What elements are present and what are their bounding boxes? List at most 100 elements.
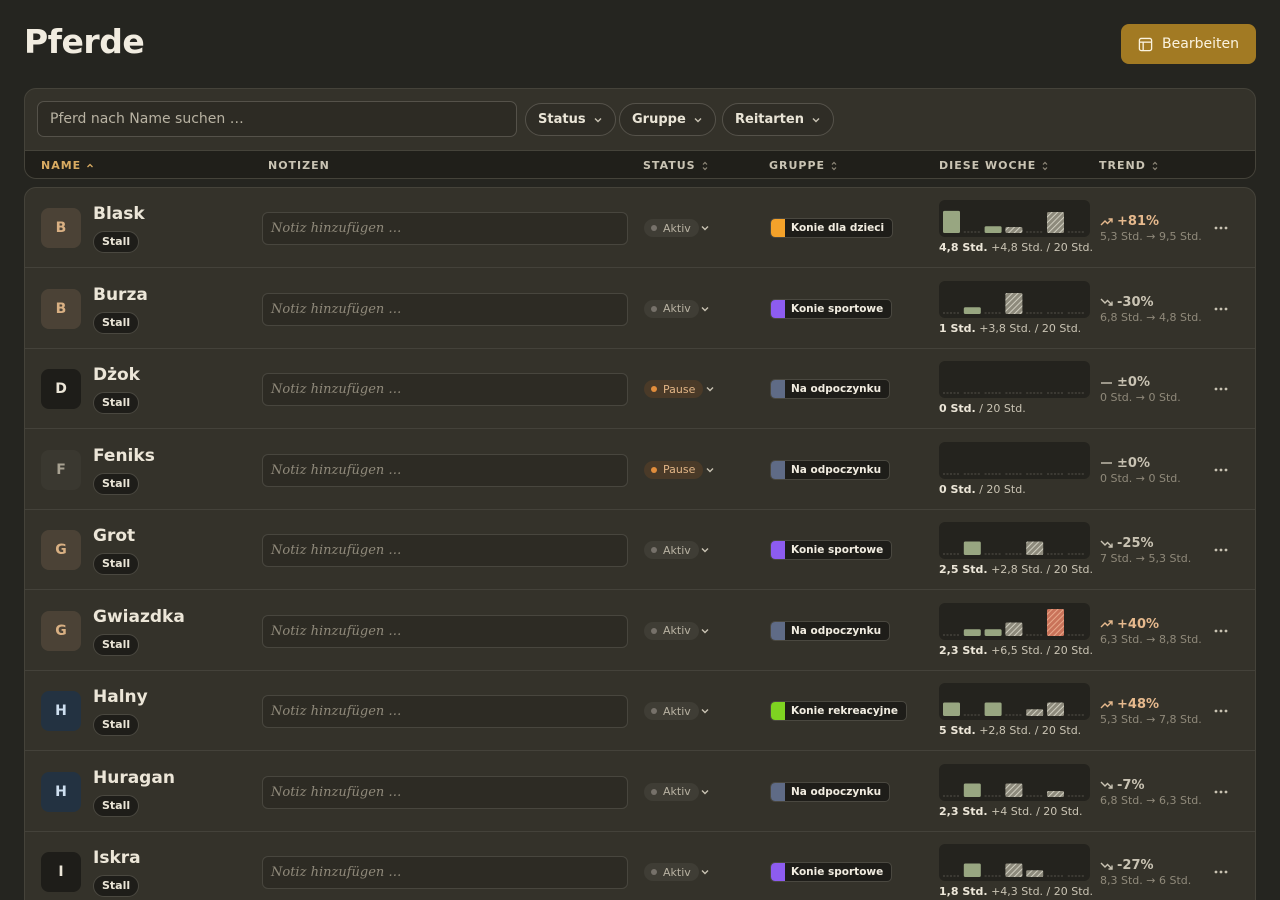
more-options-icon[interactable] [1213,625,1229,637]
column-group[interactable]: GRUPPE [769,159,838,172]
group-color-swatch [771,299,785,318]
status-badge[interactable]: Aktiv [644,219,699,237]
column-status[interactable]: STATUS [643,159,709,172]
horse-name[interactable]: Huragan [93,768,175,788]
note-input[interactable]: Notiz hinzufügen … [262,453,628,487]
status-label: Aktiv [663,704,691,718]
more-options-icon[interactable] [1213,464,1229,476]
group-badge[interactable]: Konie sportowe [770,862,893,882]
group-badge[interactable]: Na odpoczynku [770,459,891,480]
group-badge[interactable]: Na odpoczynku [770,781,891,802]
group-badge[interactable]: Na odpoczynku [770,620,891,641]
group-badge[interactable]: Konie rekreacyjne [770,701,907,721]
chevron-down-icon[interactable] [700,867,710,877]
riding-filter[interactable]: Reitarten [722,103,834,136]
more-options-icon[interactable] [1213,303,1229,315]
note-input[interactable]: Notiz hinzufügen … [262,775,628,809]
table-row[interactable]: H Huragan Stall Notiz hinzufügen … Aktiv Na o… [25,752,1255,832]
group-filter[interactable]: Gruppe [619,103,716,136]
horse-table: B Blask Stall Notiz hinzufügen … Aktiv Konie … [24,187,1256,900]
trend-detail: 6,3 Std. → 8,8 Std. [1100,632,1202,646]
avatar: H [41,691,81,731]
horse-name[interactable]: Gwiazdka [93,607,185,627]
group-badge[interactable]: Na odpoczynku [770,379,891,399]
week-bar [1005,292,1023,314]
week-chart-svg [943,392,1085,394]
status-filter[interactable]: Status [525,103,616,136]
group-badge[interactable]: Konie sportowe [770,298,893,319]
status-dot [651,386,657,392]
status-badge[interactable]: Aktiv [644,299,699,318]
avatar: G [41,530,81,570]
more-options-icon[interactable] [1213,383,1229,395]
column-name[interactable]: NAME [41,159,94,172]
note-input[interactable]: Notiz hinzufügen … [262,534,628,567]
chevron-down-icon[interactable] [705,465,715,475]
week-chart-svg [943,783,1085,797]
note-input[interactable]: Notiz hinzufügen … [262,212,628,245]
table-row[interactable]: F Feniks Stall Notiz hinzufügen … Pause Na od… [25,430,1255,510]
horse-name[interactable]: Iskra [93,848,141,868]
week-chart [939,200,1090,237]
week-bar [1047,608,1064,636]
more-options-icon[interactable] [1213,544,1229,556]
week-bar [1026,870,1044,877]
status-badge[interactable]: Aktiv [644,541,699,559]
chevron-down-icon[interactable] [700,223,710,233]
status-badge[interactable]: Aktiv [644,863,699,881]
table-row[interactable]: B Blask Stall Notiz hinzufügen … Aktiv Konie … [25,188,1255,268]
search-input[interactable]: Pferd nach Name suchen … [37,101,517,137]
week-extra: +2,8 Std. [991,563,1044,576]
status-badge[interactable]: Pause [644,460,704,479]
table-row[interactable]: G Gwiazdka Stall Notiz hinzufügen … Aktiv Na … [25,591,1255,671]
trend-detail: 6,8 Std. → 6,3 Std. [1100,793,1202,807]
week-hours: 5 Std. [939,724,976,737]
table-row[interactable]: B Burza Stall Notiz hinzufügen … Aktiv Konie … [25,269,1255,349]
horse-name[interactable]: Halny [93,687,148,707]
group-badge[interactable]: Konie dla dzieci [770,218,894,238]
table-row[interactable]: G Grot Stall Notiz hinzufügen … Aktiv Konie s… [25,510,1255,590]
chevron-down-icon[interactable] [705,384,715,394]
table-row[interactable]: I Iskra Stall Notiz hinzufügen … Aktiv Konie … [25,832,1255,900]
status-badge[interactable]: Aktiv [644,782,699,801]
week-bar [943,210,960,233]
note-input[interactable]: Notiz hinzufügen … [262,292,628,326]
table-row[interactable]: H Halny Stall Notiz hinzufügen … Aktiv Konie … [25,671,1255,751]
stall-badge: Stall [93,875,140,897]
more-options-icon[interactable] [1213,222,1229,234]
horse-name[interactable]: Feniks [93,446,155,466]
chevron-down-icon[interactable] [700,626,710,636]
more-options-icon[interactable] [1213,705,1229,717]
note-input[interactable]: Notiz hinzufügen … [262,695,628,728]
more-options-icon[interactable] [1213,866,1229,878]
chevron-down-icon[interactable] [700,787,710,797]
week-bar [1026,709,1044,716]
horse-name[interactable]: Burza [93,285,148,305]
note-input[interactable]: Notiz hinzufügen … [262,856,628,889]
week-goal: / 20 Std. [1034,724,1082,737]
week-summary: 0 Std. / 20 Std. [939,483,1026,496]
table-row[interactable]: D Dżok Stall Notiz hinzufügen … Pause Na odpo… [25,349,1255,429]
stall-badge: Stall [93,794,140,817]
trend-value: -7% [1100,778,1144,793]
more-options-icon[interactable] [1213,786,1229,798]
status-label: Aktiv [663,221,691,235]
column-week[interactable]: DIESE WOCHE [939,159,1049,172]
horse-name[interactable]: Dżok [93,365,140,385]
group-badge[interactable]: Konie sportowe [770,540,893,560]
status-badge[interactable]: Aktiv [644,621,699,640]
note-input[interactable]: Notiz hinzufügen … [262,614,628,648]
trend-value: -27% [1100,858,1154,873]
chevron-down-icon[interactable] [700,706,710,716]
column-trend[interactable]: TREND [1099,159,1159,172]
edit-button[interactable]: Bearbeiten [1121,24,1256,64]
avatar: H [41,771,81,812]
status-badge[interactable]: Aktiv [644,702,699,720]
horse-name[interactable]: Grot [93,526,135,546]
horse-name[interactable]: Blask [93,204,145,224]
status-badge[interactable]: Pause [644,380,704,398]
chevron-down-icon[interactable] [700,304,710,314]
trend-value: +81% [1100,214,1159,229]
chevron-down-icon[interactable] [700,545,710,555]
note-input[interactable]: Notiz hinzufügen … [262,373,628,406]
